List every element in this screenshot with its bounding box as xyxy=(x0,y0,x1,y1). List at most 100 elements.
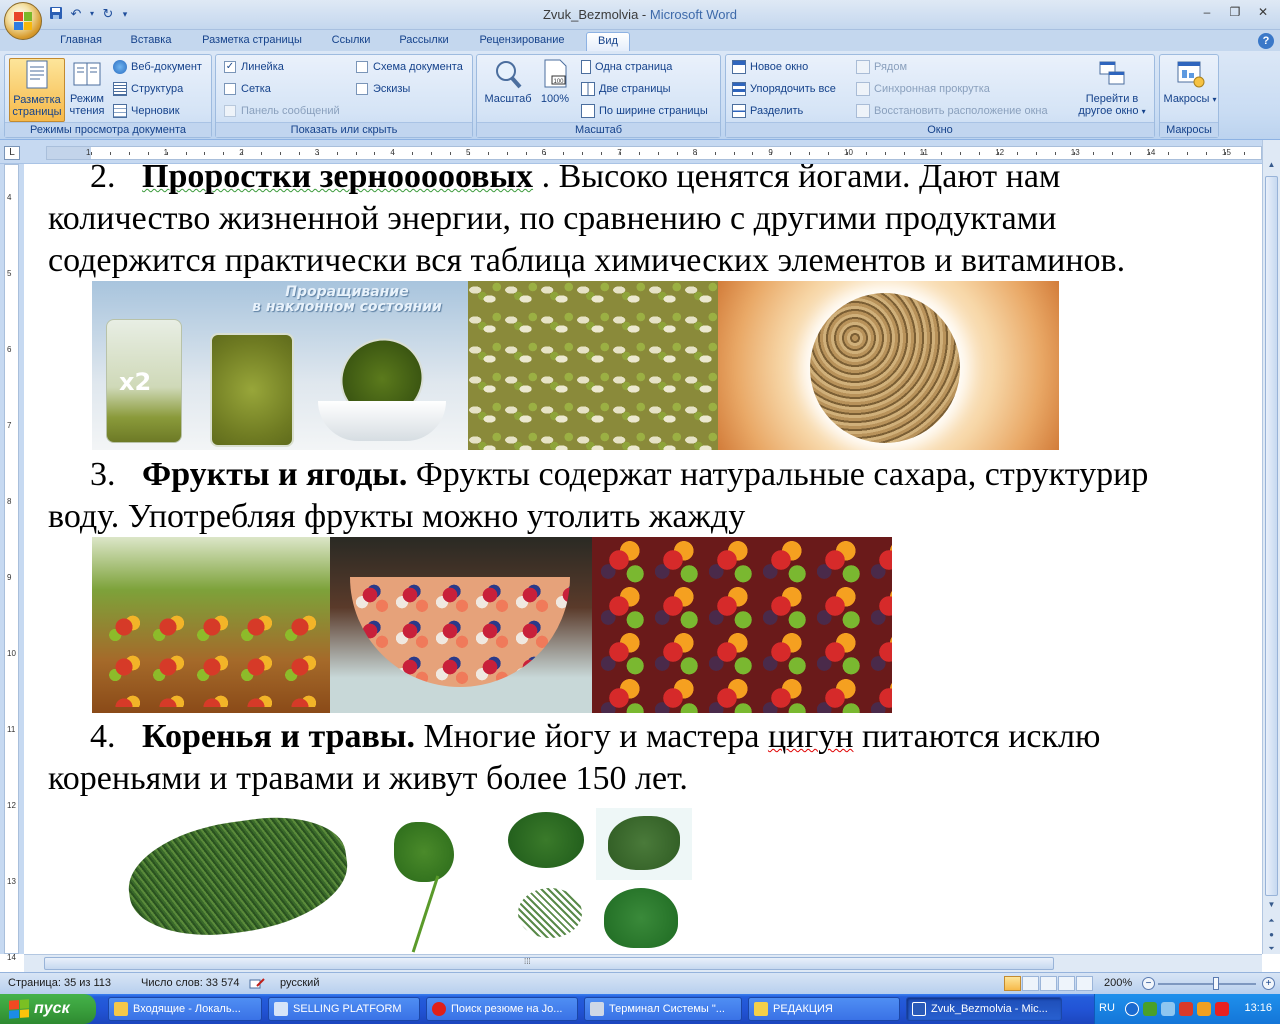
window-icon xyxy=(274,1002,288,1016)
tray-expand-icon[interactable] xyxy=(1125,1002,1139,1016)
zoom-slider[interactable] xyxy=(1158,983,1256,985)
zoom-button[interactable]: Масштаб xyxy=(481,58,535,105)
tab-home[interactable]: Главная xyxy=(52,32,110,51)
vertical-ruler-number: 14 xyxy=(7,953,16,962)
arrange-all-button[interactable]: Упорядочить все xyxy=(732,80,836,98)
two-pages-label: Две страницы xyxy=(599,83,671,95)
draft-view-icon[interactable] xyxy=(1076,976,1093,991)
tab-selector[interactable]: L xyxy=(4,146,20,160)
taskbar-item-opera[interactable]: Поиск резюме на Jo... xyxy=(426,997,578,1021)
paragraph-sprouts-line1: 2. Проростки зернооооовых . Высоко ценят… xyxy=(90,164,1262,198)
tab-references[interactable]: Ссылки xyxy=(322,32,380,51)
grain-bowl xyxy=(810,293,960,443)
ruler-tick xyxy=(545,152,546,155)
one-page-button[interactable]: Одна страница xyxy=(581,58,672,76)
scroll-down-icon[interactable]: ▼ xyxy=(1265,900,1278,914)
minimize-icon[interactable]: – xyxy=(1196,4,1218,20)
herbs-text-2: питаются исклю xyxy=(853,718,1101,755)
tab-review[interactable]: Рецензирование xyxy=(470,32,574,51)
next-page-icon[interactable]: ⏷ xyxy=(1265,944,1278,958)
web-layout-button[interactable]: Веб-документ xyxy=(113,58,202,76)
ruler-tick xyxy=(1168,152,1169,155)
horizontal-ruler[interactable]: 112345678910111213141516 xyxy=(46,146,1262,160)
misspelled-word[interactable]: цигун xyxy=(768,718,854,755)
grid-checkbox[interactable]: Сетка xyxy=(224,80,271,98)
group-show-hide: ✓ Линейка Сетка Панель сообщений Схема до… xyxy=(215,54,473,138)
keyboard-language[interactable]: RU xyxy=(1099,1002,1115,1014)
taskbar-item-word[interactable]: Zvuk_Bezmolvia - Mic... xyxy=(906,997,1062,1021)
group-views-label: Режимы просмотра документа xyxy=(5,122,211,137)
paragraph-herbs-line1: 4. Коренья и травы. Многие йогу и мастер… xyxy=(90,716,1262,758)
split-button[interactable]: Разделить xyxy=(732,102,803,120)
vertical-ruler-number: 6 xyxy=(7,345,12,354)
outline-icon xyxy=(113,82,127,96)
network-icon[interactable] xyxy=(1143,1002,1157,1016)
dill-sprig-image xyxy=(504,884,596,954)
full-screen-reading-button[interactable]: Режим чтения xyxy=(67,58,107,117)
arrange-all-label: Упорядочить все xyxy=(750,83,836,95)
document-page[interactable]: 2. Проростки зернооооовых . Высоко ценят… xyxy=(24,164,1262,954)
start-button[interactable]: пуск xyxy=(0,994,96,1024)
horizontal-scroll-thumb[interactable] xyxy=(44,957,1054,970)
vertical-scroll-thumb[interactable] xyxy=(1265,176,1278,896)
language-indicator[interactable]: русский xyxy=(280,977,319,989)
select-browse-object-icon[interactable]: ● xyxy=(1265,930,1278,944)
page-count[interactable]: Страница: 35 из 113 xyxy=(8,977,111,989)
vertical-ruler[interactable]: 4 5 6 7 8 9 10 11 12 13 14 xyxy=(4,164,19,962)
herbs-heading: Коренья и травы. xyxy=(142,718,415,755)
ruler-tick xyxy=(828,152,829,155)
zoom-slider-thumb[interactable] xyxy=(1213,977,1219,990)
document-map-checkbox[interactable]: Схема документа xyxy=(356,58,463,76)
outline-view-icon[interactable] xyxy=(1058,976,1075,991)
monitor-icon[interactable] xyxy=(1161,1002,1175,1016)
app-tray-icon[interactable] xyxy=(1197,1002,1211,1016)
zoom-100-button[interactable]: 100 100% xyxy=(535,58,575,105)
zoom-level[interactable]: 200% xyxy=(1104,977,1132,989)
reading-view-icon[interactable] xyxy=(1022,976,1039,991)
task-label: Поиск резюме на Jo... xyxy=(451,1003,563,1015)
zoom-in-icon[interactable]: + xyxy=(1262,977,1275,990)
group-window: Новое окно Упорядочить все Разделить Ряд… xyxy=(725,54,1155,138)
draft-button[interactable]: Черновик xyxy=(113,102,180,120)
new-window-button[interactable]: Новое окно xyxy=(732,58,808,76)
print-layout-view-icon[interactable] xyxy=(1004,976,1021,991)
ruler-checkbox[interactable]: ✓ Линейка xyxy=(224,58,284,76)
ruler-tick xyxy=(620,152,621,155)
page-width-button[interactable]: По ширине страницы xyxy=(581,102,708,120)
taskbar-item-redaktsiya[interactable]: РЕДАКЦИЯ xyxy=(748,997,900,1021)
magnifier-icon xyxy=(496,61,522,89)
zoom-out-icon[interactable]: − xyxy=(1142,977,1155,990)
tab-insert[interactable]: Вставка xyxy=(122,32,180,51)
help-icon[interactable]: ? xyxy=(1258,33,1274,49)
macros-button[interactable]: Макросы ▾ xyxy=(1162,58,1218,106)
restore-icon[interactable]: ❐ xyxy=(1224,4,1246,20)
vertical-scrollbar[interactable]: ▲ ▼ ⏶ ● ⏷ xyxy=(1262,140,1280,954)
two-pages-button[interactable]: Две страницы xyxy=(581,80,671,98)
switch-windows-button[interactable]: Перейти в другое окно ▾ xyxy=(1072,58,1152,118)
tab-page-layout[interactable]: Разметка страницы xyxy=(192,32,312,51)
group-zoom: Масштаб 100 100% Одна страница Две стран… xyxy=(476,54,721,138)
terminal-icon xyxy=(590,1002,604,1016)
scroll-up-icon[interactable]: ▲ xyxy=(1265,160,1278,174)
taskbar-item-inbox[interactable]: Входящие - Локаль... xyxy=(108,997,262,1021)
taskbar-item-selling-platform[interactable]: SELLING PLATFORM xyxy=(268,997,420,1021)
tab-mailings[interactable]: Рассылки xyxy=(390,32,458,51)
group-document-views: Разметка страницы Режим чтения Веб-докум… xyxy=(4,54,212,138)
close-icon[interactable]: ✕ xyxy=(1252,4,1274,20)
acrobat-icon[interactable] xyxy=(1215,1002,1229,1016)
previous-page-icon[interactable]: ⏶ xyxy=(1265,916,1278,930)
office-button[interactable] xyxy=(4,2,42,40)
taskbar-item-terminal[interactable]: Терминал Системы "... xyxy=(584,997,742,1021)
thumbnails-checkbox[interactable]: Эскизы xyxy=(356,80,410,98)
print-layout-button[interactable]: Разметка страницы xyxy=(9,58,65,122)
antivirus-icon[interactable] xyxy=(1179,1002,1193,1016)
web-view-icon[interactable] xyxy=(1040,976,1057,991)
horizontal-scrollbar[interactable]: ⁞⁞⁞ xyxy=(24,954,1262,972)
word-count[interactable]: Число слов: 33 574 xyxy=(141,977,239,989)
coriander-image xyxy=(500,808,592,884)
outline-button[interactable]: Структура xyxy=(113,80,183,98)
start-label: пуск xyxy=(34,1000,70,1017)
tab-view[interactable]: Вид xyxy=(586,32,630,51)
proofing-status-icon[interactable] xyxy=(248,977,266,991)
parsley-leaf-image xyxy=(596,808,692,880)
